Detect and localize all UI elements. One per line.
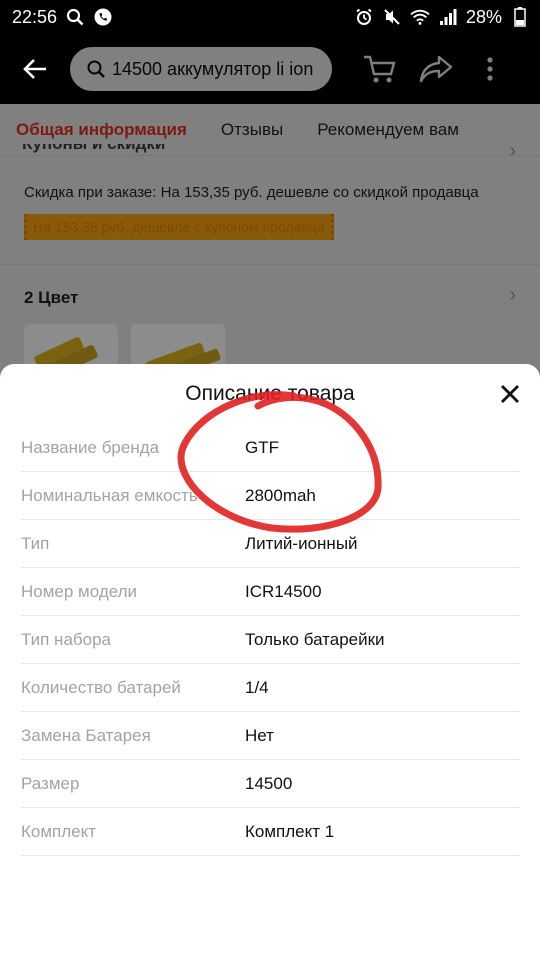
spec-value: Только батарейки bbox=[245, 629, 385, 649]
spec-value: ICR14500 bbox=[245, 581, 322, 601]
more-options-button[interactable] bbox=[470, 34, 510, 104]
phone-notification-icon bbox=[93, 7, 113, 27]
spec-row: Замена Батарея Нет bbox=[21, 712, 519, 760]
spec-row: Номер модели ICR14500 bbox=[21, 568, 519, 616]
spec-value: Нет bbox=[245, 725, 274, 745]
signal-icon bbox=[438, 7, 458, 27]
spec-key: Название бренда bbox=[21, 437, 160, 457]
more-vertical-icon bbox=[487, 57, 493, 81]
spec-value: GTF bbox=[245, 437, 279, 457]
spec-row: Тип Литий-ионный bbox=[21, 520, 519, 568]
back-arrow-icon bbox=[23, 59, 46, 79]
status-time: 22:56 bbox=[12, 6, 58, 27]
spec-key: Замена Батарея bbox=[21, 725, 151, 745]
spec-key: Комплект bbox=[21, 821, 97, 841]
discount-text: Скидка при заказе: На 153,35 руб. дешевл… bbox=[24, 184, 479, 201]
chevron-right-icon: › bbox=[509, 140, 516, 162]
share-icon bbox=[419, 55, 453, 83]
spec-value: Комплект 1 bbox=[245, 821, 335, 841]
product-description-sheet: Описание товара Название бренда GTF Номина… bbox=[0, 364, 540, 960]
search-query: 14500 аккумулятор li ion bbox=[112, 58, 314, 79]
alarm-icon bbox=[354, 7, 374, 27]
mute-icon bbox=[382, 7, 402, 27]
search-icon bbox=[87, 60, 105, 78]
tab-general-info[interactable]: Общая информация bbox=[16, 120, 187, 140]
tab-reviews[interactable]: Отзывы bbox=[221, 120, 283, 140]
spec-row: Размер 14500 bbox=[21, 760, 519, 808]
status-bar: 22:56 28% bbox=[0, 0, 540, 34]
tab-recommended[interactable]: Рекомендуем вам bbox=[317, 120, 459, 140]
coupon-badge[interactable]: На 153,35 руб. дешевле с купоном продавц… bbox=[24, 214, 334, 240]
app-bar: 14500 аккумулятор li ion bbox=[0, 34, 540, 104]
spec-key: Размер bbox=[21, 773, 80, 793]
wifi-icon bbox=[410, 7, 430, 27]
spec-key: Тип bbox=[21, 533, 50, 553]
spec-key: Тип набора bbox=[21, 629, 112, 649]
spec-key: Номер модели bbox=[21, 581, 138, 601]
spec-row: Количество батарей 1/4 bbox=[21, 664, 519, 712]
share-button[interactable] bbox=[408, 34, 464, 104]
spec-row: Название бренда GTF bbox=[21, 424, 519, 472]
battery-icon bbox=[510, 7, 530, 27]
divider bbox=[0, 264, 540, 265]
spec-row: Комплект Комплект 1 bbox=[21, 808, 519, 856]
spec-row: Тип набора Только батарейки bbox=[21, 616, 519, 664]
spec-value: 14500 bbox=[245, 773, 293, 793]
spec-row: Номинальная емкость 2800mah bbox=[21, 472, 519, 520]
spec-table: Название бренда GTF Номинальная емкость 280… bbox=[21, 424, 519, 856]
spec-key: Количество батарей bbox=[21, 677, 181, 697]
chevron-right-icon[interactable]: › bbox=[509, 284, 516, 307]
back-button[interactable] bbox=[0, 34, 70, 104]
sheet-title: Описание товара bbox=[185, 382, 355, 405]
spec-key: Номинальная емкость bbox=[21, 485, 198, 505]
battery-percent: 28% bbox=[465, 6, 502, 27]
close-button[interactable] bbox=[494, 378, 526, 410]
spec-value: 1/4 bbox=[245, 677, 269, 697]
cart-icon bbox=[364, 55, 396, 83]
search-input[interactable]: 14500 аккумулятор li ion bbox=[70, 47, 332, 91]
spec-value: Литий-ионный bbox=[245, 533, 358, 553]
close-icon bbox=[501, 385, 519, 403]
search-notification-icon bbox=[65, 7, 85, 27]
spec-value: 2800mah bbox=[245, 485, 316, 505]
cart-button[interactable] bbox=[352, 34, 408, 104]
color-section-title: 2 Цвет bbox=[24, 288, 79, 307]
